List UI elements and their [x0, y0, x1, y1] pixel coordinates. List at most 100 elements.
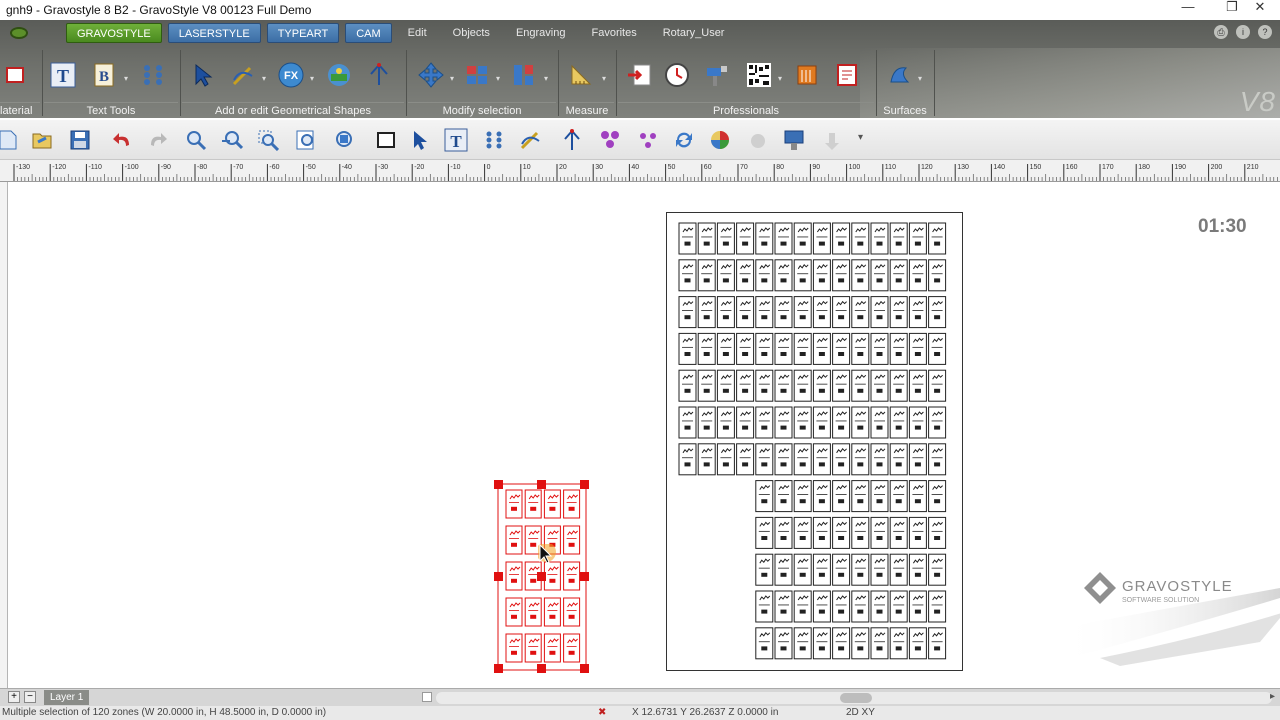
add-layer-button[interactable]: + [8, 691, 20, 703]
ruler-label: 140 [993, 164, 1005, 171]
array-icon[interactable] [480, 126, 508, 154]
selected-label-cell [524, 489, 542, 519]
dropdown-arrow-icon[interactable]: ▾ [778, 74, 786, 83]
plate-label-cell [851, 332, 870, 365]
selection-handle[interactable] [580, 480, 589, 489]
draw-shapes-icon[interactable] [228, 60, 258, 90]
zoom-page-icon[interactable] [292, 126, 320, 154]
plate-label-cell [928, 332, 947, 365]
machine-icon[interactable] [780, 126, 808, 154]
close-button[interactable]: ✕ [1240, 0, 1280, 20]
plate-label-cell [697, 296, 716, 329]
distribute-icon[interactable] [508, 60, 538, 90]
tab-objects[interactable]: Objects [443, 23, 500, 43]
dropdown-arrow-icon[interactable]: ▾ [310, 74, 318, 83]
plate-label-cell [851, 259, 870, 292]
selection-handle[interactable] [537, 664, 546, 673]
refresh-icon[interactable] [670, 126, 698, 154]
color-icon[interactable] [706, 126, 734, 154]
zoom-selection-icon[interactable] [330, 126, 358, 154]
selection-handle[interactable] [537, 480, 546, 489]
disabled-tool-icon[interactable] [744, 126, 772, 154]
selected-label-cell [563, 489, 581, 519]
save-icon[interactable] [66, 126, 94, 154]
text-style-icon[interactable]: B [90, 60, 120, 90]
clock-icon[interactable] [662, 60, 692, 90]
layer-color-swatch[interactable] [422, 692, 432, 702]
plate-labels [678, 222, 947, 660]
move-icon[interactable] [416, 60, 446, 90]
scroll-right-arrow[interactable]: ▸ [1270, 691, 1275, 702]
open-file-icon[interactable] [28, 126, 56, 154]
rectangle-icon[interactable] [372, 126, 400, 154]
zoom-out-icon[interactable] [218, 126, 246, 154]
ruler-label: 120 [921, 164, 933, 171]
toolbar-overflow-icon[interactable]: ▾ [858, 132, 863, 143]
select-arrow-icon[interactable] [406, 126, 434, 154]
material-icon[interactable] [0, 60, 30, 90]
ruler-label: 70 [740, 164, 748, 171]
printer-icon[interactable]: ⎙ [1214, 25, 1228, 39]
plate-label-cell [889, 222, 908, 255]
text-array-icon[interactable] [138, 60, 168, 90]
node-edit-icon[interactable] [364, 60, 394, 90]
tab-laserstyle[interactable]: LASERSTYLE [167, 23, 261, 43]
selection-handle[interactable] [494, 664, 503, 673]
layer-tab[interactable]: Layer 1 [44, 690, 90, 705]
database-icon[interactable] [792, 60, 822, 90]
tab-rotary-user[interactable]: Rotary_User [653, 23, 735, 43]
draw-icon[interactable] [516, 126, 544, 154]
surfaces-icon[interactable] [884, 60, 914, 90]
help-icon[interactable]: ? [1258, 25, 1272, 39]
selection-handle[interactable] [494, 572, 503, 581]
barcode-icon[interactable] [744, 60, 774, 90]
zoom-icon[interactable] [182, 126, 210, 154]
zoom-window-icon[interactable] [254, 126, 282, 154]
tab-cam[interactable]: CAM [345, 23, 392, 43]
tab-favorites[interactable]: Favorites [581, 23, 646, 43]
dropdown-arrow-icon[interactable]: ▾ [262, 74, 270, 83]
drawing-canvas[interactable]: 01:30 GRAVOSTYLE SOFTWARE SOLUTION [8, 182, 1280, 688]
engraving-machine-icon[interactable] [702, 60, 732, 90]
text-tool-icon[interactable]: T [48, 60, 78, 90]
redo-icon[interactable] [144, 126, 172, 154]
plate-label-cell [889, 296, 908, 329]
import-icon[interactable] [624, 60, 654, 90]
app-menu-button[interactable] [0, 20, 38, 46]
selected-label-group[interactable] [494, 480, 598, 683]
measure-icon[interactable] [566, 60, 596, 90]
image-icon[interactable] [324, 60, 354, 90]
fx-icon[interactable]: FX [276, 60, 306, 90]
scrollbar-thumb[interactable] [840, 693, 872, 703]
disabled-tool-icon[interactable] [818, 126, 846, 154]
dropdown-arrow-icon[interactable]: ▾ [918, 74, 926, 83]
dropdown-arrow-icon[interactable]: ▾ [544, 74, 552, 83]
report-icon[interactable] [832, 60, 862, 90]
selection-handle[interactable] [494, 480, 503, 489]
plate-label-cell [716, 406, 735, 439]
plate-label-cell [736, 406, 755, 439]
align-icon[interactable] [462, 60, 492, 90]
dropdown-arrow-icon[interactable]: ▾ [496, 74, 504, 83]
selection-handle[interactable] [580, 664, 589, 673]
group-icon[interactable] [596, 126, 624, 154]
engraving-plate[interactable] [666, 212, 963, 671]
tab-edit[interactable]: Edit [398, 23, 437, 43]
selection-handle[interactable] [580, 572, 589, 581]
ungroup-icon[interactable] [634, 126, 662, 154]
tab-gravostyle[interactable]: GRAVOSTYLE [66, 23, 162, 43]
dropdown-arrow-icon[interactable]: ▾ [124, 74, 132, 83]
tab-typeart[interactable]: TYPEART [266, 23, 340, 43]
text-icon[interactable]: T [442, 126, 470, 154]
remove-layer-button[interactable]: − [24, 691, 36, 703]
ruler-label: -20 [414, 164, 424, 171]
new-file-icon[interactable] [0, 126, 22, 154]
dropdown-arrow-icon[interactable]: ▾ [450, 74, 458, 83]
dropdown-arrow-icon[interactable]: ▾ [602, 74, 610, 83]
minimize-button[interactable]: — [1168, 0, 1208, 20]
select-arrow-icon[interactable] [188, 60, 218, 90]
tab-engraving[interactable]: Engraving [506, 23, 576, 43]
undo-icon[interactable] [108, 126, 136, 154]
info-icon[interactable]: i [1236, 25, 1250, 39]
node-edit-icon[interactable] [558, 126, 586, 154]
